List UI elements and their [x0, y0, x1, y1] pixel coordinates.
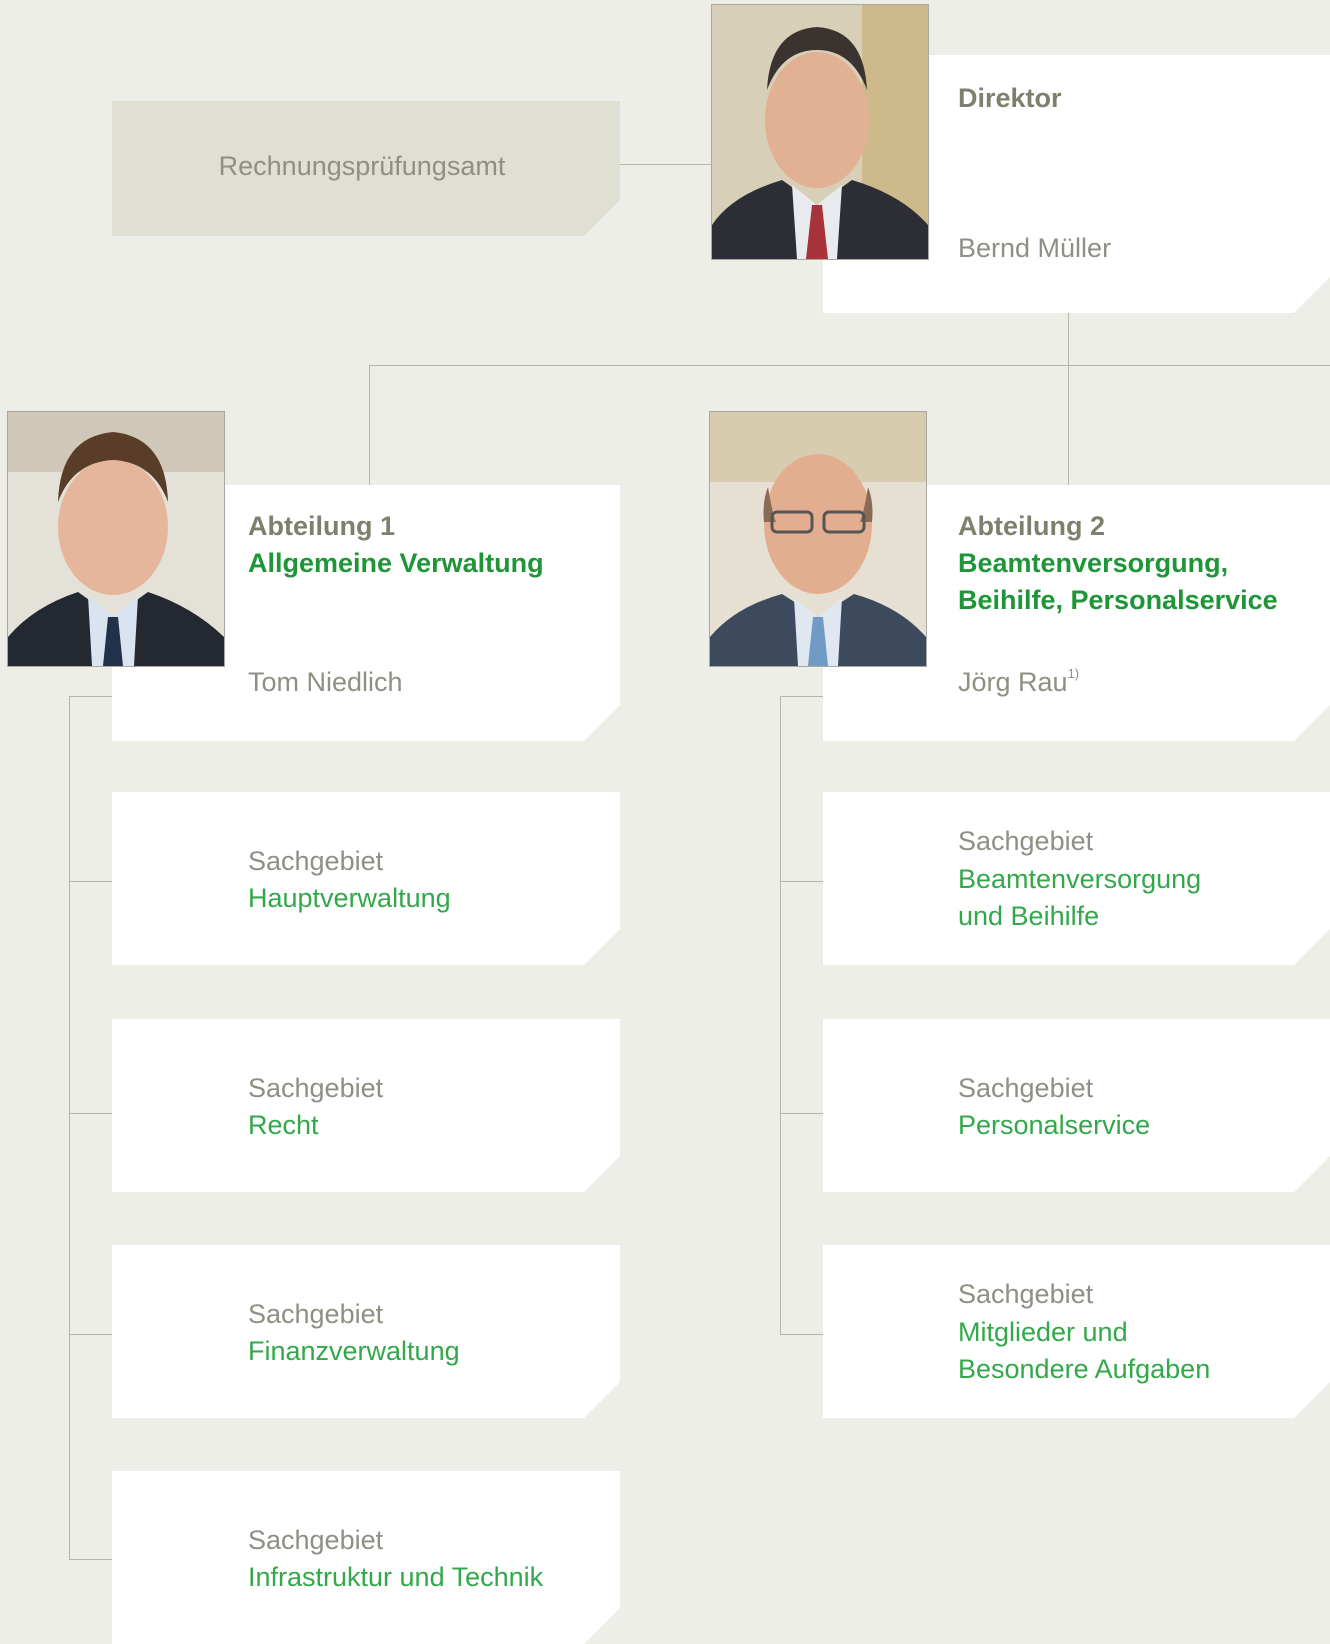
connector-dept2-trunk: [780, 696, 781, 1334]
connector-dept1-tick: [69, 696, 112, 697]
unit-prefix: Sachgebiet: [248, 1073, 384, 1103]
unit-name-line1: Beamtenversorgung: [958, 864, 1202, 894]
unit-prefix: Sachgebiet: [958, 1279, 1094, 1309]
dept2-name-line2: Beihilfe, Personalservice: [958, 585, 1278, 615]
dept1-head-photo: [7, 411, 225, 667]
director-name: Bernd Müller: [958, 233, 1112, 263]
unit-prefix: Sachgebiet: [248, 1525, 384, 1555]
unit-name: Hauptverwaltung: [248, 883, 451, 913]
director-title: Direktor: [958, 83, 1062, 113]
unit-prefix: Sachgebiet: [958, 826, 1094, 856]
unit-name-line1: Mitglieder und: [958, 1317, 1128, 1347]
dept2-head-name: Jörg Rau: [958, 667, 1068, 697]
dept2-number: Abteilung 2: [958, 511, 1105, 541]
unit-name-line2: und Beihilfe: [958, 901, 1100, 931]
connector-dept1-tick: [69, 1559, 112, 1560]
connector-horizontal-branch: [369, 365, 1330, 366]
connector-dept2-tick: [780, 696, 823, 697]
unit-prefix: Sachgebiet: [248, 846, 384, 876]
connector-dept2-tick: [780, 1334, 823, 1335]
connector-director-down: [1068, 313, 1069, 485]
director-photo: [711, 4, 929, 260]
unit-name-line1: Personalservice: [958, 1110, 1151, 1140]
connector-dept1-tick: [69, 1334, 112, 1335]
connector-dept1-trunk: [69, 696, 70, 1559]
dept1-number: Abteilung 1: [248, 511, 395, 541]
connector-dept2-tick: [780, 881, 823, 882]
dept1-head: Tom Niedlich: [248, 667, 403, 697]
unit-name: Finanzverwaltung: [248, 1336, 460, 1366]
dept2-head-footnote: 1): [1067, 666, 1080, 681]
unit-prefix: Sachgebiet: [248, 1299, 384, 1329]
dept2-name-line1: Beamtenversorgung,: [958, 548, 1229, 578]
unit-name-line2: Besondere Aufgaben: [958, 1354, 1211, 1384]
connector-dept2-tick: [780, 1113, 823, 1114]
unit-name: Infrastruktur und Technik: [248, 1562, 544, 1592]
connector-dept1-up: [369, 365, 370, 485]
dept1-name: Allgemeine Verwaltung: [248, 548, 544, 578]
connector-dept1-tick: [69, 1113, 112, 1114]
dept2-head-photo: [709, 411, 927, 667]
unit-name: Recht: [248, 1110, 319, 1140]
audit-office-label: Rechnungsprüfungsamt: [218, 151, 506, 181]
unit-prefix: Sachgebiet: [958, 1073, 1094, 1103]
dept2-head: Jörg Rau1): [958, 664, 1079, 701]
connector-audit-director: [620, 164, 711, 165]
connector-dept1-tick: [69, 881, 112, 882]
